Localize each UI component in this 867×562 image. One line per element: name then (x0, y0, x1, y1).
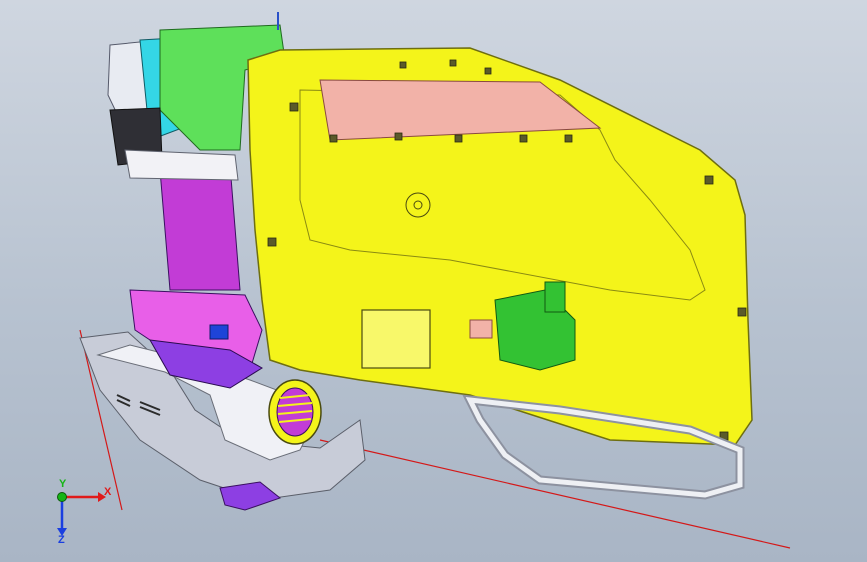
green-bracket-tab[interactable] (544, 281, 566, 313)
white-crossbar[interactable] (124, 149, 239, 181)
magenta-column[interactable] (159, 164, 241, 291)
y-axis-origin (57, 492, 67, 502)
switch-bezel-opening[interactable] (361, 309, 431, 369)
blue-block[interactable] (209, 324, 229, 340)
coordinate-triad (57, 492, 106, 536)
x-axis-label: X (104, 486, 112, 498)
y-axis-label: Y (59, 478, 67, 490)
cad-3d-viewport[interactable]: X Y Z (0, 0, 867, 562)
z-axis-label: Z (58, 534, 65, 546)
door-trim-assembly-model[interactable] (0, 0, 867, 562)
pink-clip[interactable] (469, 319, 493, 339)
